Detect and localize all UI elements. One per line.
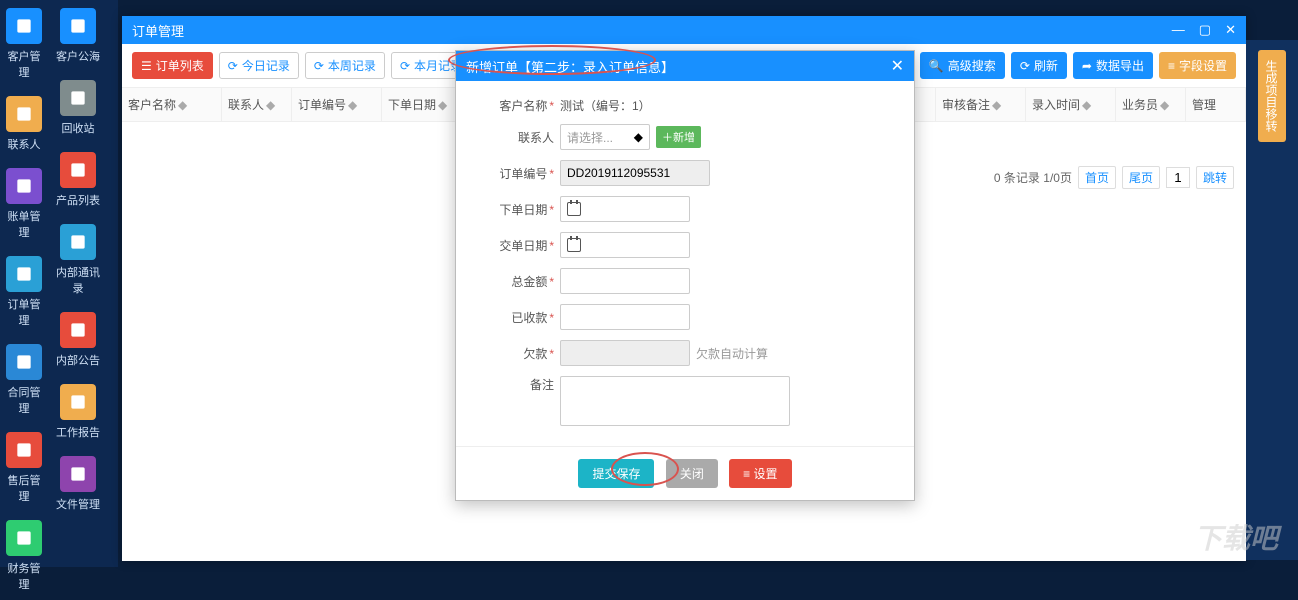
calendar-icon (567, 238, 581, 252)
recycle-icon (60, 80, 96, 116)
modal-close-icon[interactable]: ✕ (891, 56, 904, 76)
modal-footer: 提交保存 关闭 ≡ 设置 (456, 446, 914, 500)
label-remark: 备注 (530, 378, 554, 392)
aftersale-mgmt-icon (6, 432, 42, 468)
internal-notice-icon (60, 312, 96, 348)
adv-search-button[interactable]: 🔍 高级搜索 (920, 52, 1005, 79)
label-received: 已收款 (511, 311, 547, 325)
sidebar-item-finance-mgmt[interactable]: 财务管理 (0, 512, 48, 600)
col-salesman[interactable]: 业务员◆ (1116, 88, 1186, 121)
modal-title: 新增订单【第二步：录入订单信息】 (466, 57, 891, 76)
pager-page-input[interactable] (1166, 167, 1190, 188)
project-transfer-button[interactable]: 生成项目移转 (1258, 50, 1286, 142)
label-owed: 欠款 (523, 347, 547, 361)
contract-mgmt-icon (6, 344, 42, 380)
contact-select[interactable]: 请选择...◆ (560, 124, 650, 150)
orderdate-field[interactable] (560, 196, 690, 222)
customer-mgmt-icon (6, 8, 42, 44)
customer-value: 测试（编号：1） (560, 97, 651, 114)
sidebar-item-order-mgmt[interactable]: 订单管理 (0, 248, 48, 336)
col-customer[interactable]: 客户名称◆ (122, 88, 222, 121)
file-mgmt-icon (60, 456, 96, 492)
label-orderdate: 下单日期 (499, 203, 547, 217)
orderno-field (560, 160, 710, 186)
label-delivdate: 交单日期 (499, 239, 547, 253)
sidebar-item-internal-contacts[interactable]: 内部通讯录 (48, 216, 108, 304)
sidebar-item-customer-sea[interactable]: 客户公海 (48, 0, 108, 72)
sidebar-main: 客户管理联系人账单管理订单管理合同管理售后管理财务管理 (0, 0, 48, 567)
label-customer: 客户名称 (499, 99, 547, 113)
sidebar-item-file-mgmt[interactable]: 文件管理 (48, 448, 108, 520)
customer-sea-icon (60, 8, 96, 44)
col-entrytime[interactable]: 录入时间◆ (1026, 88, 1116, 121)
window-titlebar: 订单管理 — ▢ ✕ (122, 16, 1246, 44)
work-report-icon (60, 384, 96, 420)
owed-hint: 欠款自动计算 (696, 345, 768, 362)
internal-contacts-icon (60, 224, 96, 260)
owed-field (560, 340, 690, 366)
contacts-icon (6, 96, 42, 132)
sidebar-secondary: 客户公海回收站产品列表内部通讯录内部公告工作报告文件管理 (48, 0, 118, 567)
sidebar-item-recycle[interactable]: 回收站 (48, 72, 108, 144)
fields-button[interactable]: ≡ 字段设置 (1159, 52, 1236, 79)
sidebar-item-bill-mgmt[interactable]: 账单管理 (0, 160, 48, 248)
remark-field[interactable] (560, 376, 790, 426)
col-orderno[interactable]: 订单编号◆ (292, 88, 382, 121)
right-panel: 生成项目移转 (1246, 40, 1298, 560)
received-field[interactable] (560, 304, 690, 330)
window-max-icon[interactable]: ▢ (1199, 22, 1211, 38)
sidebar-item-contract-mgmt[interactable]: 合同管理 (0, 336, 48, 424)
week-tab[interactable]: ⟳ 本周记录 (305, 52, 385, 79)
col-manage: 管理 (1186, 88, 1246, 121)
order-mgmt-icon (6, 256, 42, 292)
label-contact: 联系人 (518, 131, 554, 145)
col-contact[interactable]: 联系人◆ (222, 88, 292, 121)
export-button[interactable]: ➦ 数据导出 (1073, 52, 1153, 79)
add-order-modal: 新增订单【第二步：录入订单信息】 ✕ 客户名称* 测试（编号：1） 联系人 请选… (455, 50, 915, 501)
order-list-tab[interactable]: ☰ 订单列表 (132, 52, 213, 79)
sidebar-item-contacts[interactable]: 联系人 (0, 88, 48, 160)
refresh-button[interactable]: ⟳ 刷新 (1011, 52, 1067, 79)
submit-button[interactable]: 提交保存 (578, 459, 654, 488)
window-close-icon[interactable]: ✕ (1225, 22, 1236, 38)
window-min-icon[interactable]: — (1172, 22, 1185, 38)
settings-button[interactable]: ≡ 设置 (729, 459, 791, 488)
pager-info: 0 条记录 1/0页 (994, 169, 1072, 186)
today-tab[interactable]: ⟳ 今日记录 (219, 52, 299, 79)
sidebar-item-internal-notice[interactable]: 内部公告 (48, 304, 108, 376)
finance-mgmt-icon (6, 520, 42, 556)
label-orderno: 订单编号 (499, 167, 547, 181)
close-button[interactable]: 关闭 (666, 459, 718, 488)
sidebar-item-work-report[interactable]: 工作报告 (48, 376, 108, 448)
pager: 0 条记录 1/0页 首页 尾页 跳转 (994, 166, 1234, 189)
watermark: 下载吧 (1194, 517, 1278, 557)
product-list-icon (60, 152, 96, 188)
col-audit[interactable]: 审核备注◆ (936, 88, 1026, 121)
sidebar-item-customer-mgmt[interactable]: 客户管理 (0, 0, 48, 88)
modal-header: 新增订单【第二步：录入订单信息】 ✕ (456, 51, 914, 81)
total-field[interactable] (560, 268, 690, 294)
pager-last[interactable]: 尾页 (1122, 166, 1160, 189)
pager-first[interactable]: 首页 (1078, 166, 1116, 189)
bill-mgmt-icon (6, 168, 42, 204)
pager-jump[interactable]: 跳转 (1196, 166, 1234, 189)
delivdate-field[interactable] (560, 232, 690, 258)
label-total: 总金额 (511, 275, 547, 289)
window-title: 订单管理 (132, 21, 1172, 40)
add-contact-button[interactable]: ＋新增 (656, 126, 701, 148)
sidebar-item-product-list[interactable]: 产品列表 (48, 144, 108, 216)
calendar-icon (567, 202, 581, 216)
sidebar-item-aftersale-mgmt[interactable]: 售后管理 (0, 424, 48, 512)
